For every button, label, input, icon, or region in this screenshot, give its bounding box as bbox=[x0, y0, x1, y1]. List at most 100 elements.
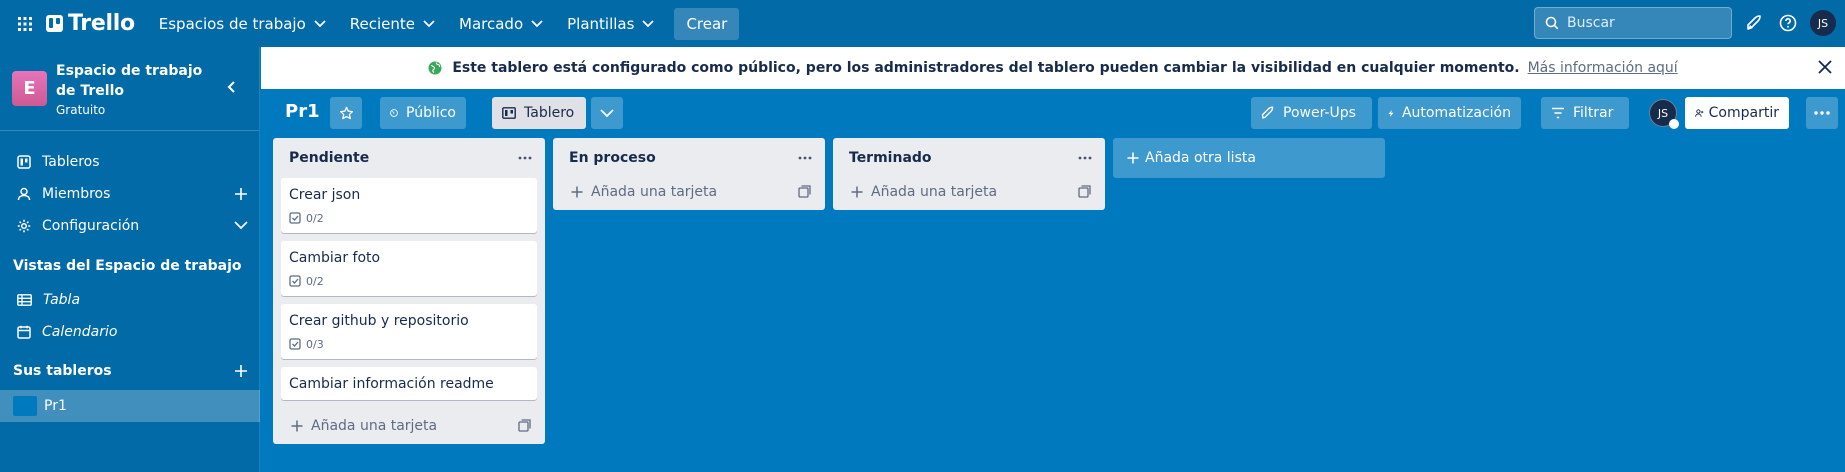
menu-workspaces[interactable]: Espacios de trabajo bbox=[147, 8, 338, 40]
star-icon bbox=[339, 106, 353, 119]
banner-learn-more-link[interactable]: Más información aquí bbox=[1528, 60, 1678, 76]
list-header[interactable]: Pendiente bbox=[273, 138, 545, 178]
workspace-name[interactable]: Espacio de trabajo de Trello bbox=[56, 61, 216, 101]
notifications-icon[interactable] bbox=[1742, 11, 1766, 35]
card-title: Cambiar foto bbox=[289, 250, 381, 266]
menu-workspaces-label: Espacios de trabajo bbox=[158, 14, 306, 33]
sidebar-item-label: Calendario bbox=[42, 324, 118, 340]
more-horizontal-icon[interactable] bbox=[1077, 150, 1093, 166]
sidebar-item-members[interactable]: Miembros bbox=[0, 178, 260, 210]
sidebar-item-label: Configuración bbox=[42, 218, 140, 234]
search-input[interactable] bbox=[1567, 15, 1717, 31]
workspace-avatar[interactable]: E bbox=[12, 71, 47, 106]
sidebar-board-pr1[interactable]: Pr1 bbox=[0, 390, 260, 422]
card-title: Cambiar información readme bbox=[289, 376, 494, 392]
trello-board-icon bbox=[17, 155, 31, 169]
search-box[interactable] bbox=[1534, 7, 1732, 39]
chevron-down-icon bbox=[600, 108, 614, 117]
globe-icon bbox=[428, 61, 442, 75]
checklist-badge: 0/2 bbox=[289, 207, 529, 229]
filter-button[interactable]: Filtrar bbox=[1541, 97, 1629, 129]
filter-icon bbox=[1552, 107, 1564, 119]
add-card-button[interactable]: Añada una tarjeta bbox=[833, 174, 1105, 210]
list-header[interactable]: En proceso bbox=[553, 138, 825, 178]
add-member-plus-icon[interactable] bbox=[234, 187, 248, 201]
your-boards-title: Sus tableros bbox=[13, 363, 112, 379]
add-card-label: Añada una tarjeta bbox=[871, 184, 998, 200]
workspace-views-title: Vistas del Espacio de trabajo bbox=[13, 258, 242, 274]
card-title: Crear github y repositorio bbox=[289, 313, 469, 329]
rocket-icon bbox=[1261, 106, 1274, 119]
checklist-badge: 0/2 bbox=[289, 270, 529, 292]
top-navigation: Trello Espacios de trabajo Reciente Marc… bbox=[0, 0, 1845, 47]
chevron-down-icon bbox=[314, 19, 326, 27]
menu-recent-label: Reciente bbox=[349, 14, 416, 33]
plus-icon bbox=[851, 186, 863, 198]
power-ups-button[interactable]: Power-Ups bbox=[1251, 97, 1372, 129]
menu-starred[interactable]: Marcado bbox=[447, 8, 555, 40]
share-label: Compartir bbox=[1708, 105, 1779, 121]
board-color-swatch bbox=[13, 396, 37, 416]
close-icon[interactable] bbox=[1817, 59, 1833, 75]
card[interactable]: Crear github y repositorio 0/3 bbox=[281, 304, 537, 359]
list-header[interactable]: Terminado bbox=[833, 138, 1105, 178]
add-card-button[interactable]: Añada una tarjeta bbox=[553, 174, 825, 210]
list-title[interactable]: En proceso bbox=[569, 150, 656, 166]
chevron-down-icon bbox=[531, 19, 543, 27]
checklist-icon bbox=[289, 212, 301, 224]
star-board-button[interactable] bbox=[330, 97, 362, 129]
board-title[interactable]: Pr1 bbox=[285, 101, 320, 122]
card-template-icon[interactable] bbox=[798, 185, 811, 198]
plus-icon bbox=[1127, 152, 1139, 164]
help-icon[interactable] bbox=[1776, 11, 1800, 35]
add-board-plus-icon[interactable] bbox=[234, 364, 248, 378]
card-template-icon[interactable] bbox=[1078, 185, 1091, 198]
gear-icon bbox=[17, 219, 31, 233]
list-pendiente: Pendiente Crear json 0/2 Cambiar foto 0/… bbox=[273, 138, 545, 444]
add-person-icon bbox=[1695, 109, 1704, 117]
menu-templates[interactable]: Plantillas bbox=[555, 8, 666, 40]
add-list-button[interactable]: Añada otra lista bbox=[1113, 138, 1385, 178]
board-view-label: Tablero bbox=[524, 105, 575, 121]
trello-logo[interactable]: Trello bbox=[46, 11, 135, 36]
create-button[interactable]: Crear bbox=[674, 7, 740, 40]
list-title[interactable]: Terminado bbox=[849, 150, 932, 166]
workspace-plan: Gratuito bbox=[56, 102, 106, 117]
automation-button[interactable]: Automatización bbox=[1378, 97, 1521, 129]
menu-recent[interactable]: Reciente bbox=[338, 8, 447, 40]
share-button[interactable]: Compartir bbox=[1685, 97, 1789, 129]
sidebar-board-label: Pr1 bbox=[44, 398, 67, 414]
board-member-avatar[interactable]: JS bbox=[1649, 99, 1679, 129]
app-switcher-icon[interactable] bbox=[12, 11, 38, 37]
card[interactable]: Cambiar información readme bbox=[281, 367, 537, 400]
list-title[interactable]: Pendiente bbox=[289, 150, 369, 166]
visibility-button[interactable]: Público bbox=[380, 97, 466, 129]
menu-starred-label: Marcado bbox=[459, 14, 524, 33]
board-menu-button[interactable] bbox=[1806, 97, 1838, 129]
sidebar-item-calendar-view[interactable]: Calendario bbox=[0, 316, 260, 348]
more-horizontal-icon[interactable] bbox=[517, 150, 533, 166]
list-en-proceso: En proceso Añada una tarjeta bbox=[553, 138, 825, 210]
sidebar-item-table-view[interactable]: Tabla bbox=[0, 284, 260, 316]
card[interactable]: Crear json 0/2 bbox=[281, 178, 537, 233]
more-horizontal-icon[interactable] bbox=[797, 150, 813, 166]
user-avatar-initials: JS bbox=[1810, 10, 1836, 36]
person-icon bbox=[17, 187, 31, 201]
more-horizontal-icon bbox=[1814, 111, 1830, 115]
sidebar-item-label: Tableros bbox=[42, 154, 100, 170]
sidebar-item-boards[interactable]: Tableros bbox=[0, 146, 260, 178]
chevron-down-icon bbox=[423, 19, 435, 27]
chevron-down-icon[interactable] bbox=[234, 221, 248, 230]
card-template-icon[interactable] bbox=[518, 419, 531, 432]
card[interactable]: Cambiar foto 0/2 bbox=[281, 241, 537, 296]
collapse-sidebar-icon[interactable] bbox=[226, 80, 238, 94]
board-view-button[interactable]: Tablero bbox=[492, 97, 586, 129]
chevron-down-icon bbox=[642, 19, 655, 27]
switch-view-button[interactable] bbox=[591, 97, 623, 129]
workspace-header: E Espacio de trabajo de Trello Gratuito bbox=[0, 47, 259, 131]
user-avatar[interactable]: JS bbox=[1810, 10, 1836, 36]
sidebar-item-settings[interactable]: Configuración bbox=[0, 210, 260, 242]
card-title: Crear json bbox=[289, 187, 361, 203]
banner-message: Este tablero está configurado como públi… bbox=[452, 60, 1520, 76]
add-card-button[interactable]: Añada una tarjeta bbox=[273, 408, 545, 444]
